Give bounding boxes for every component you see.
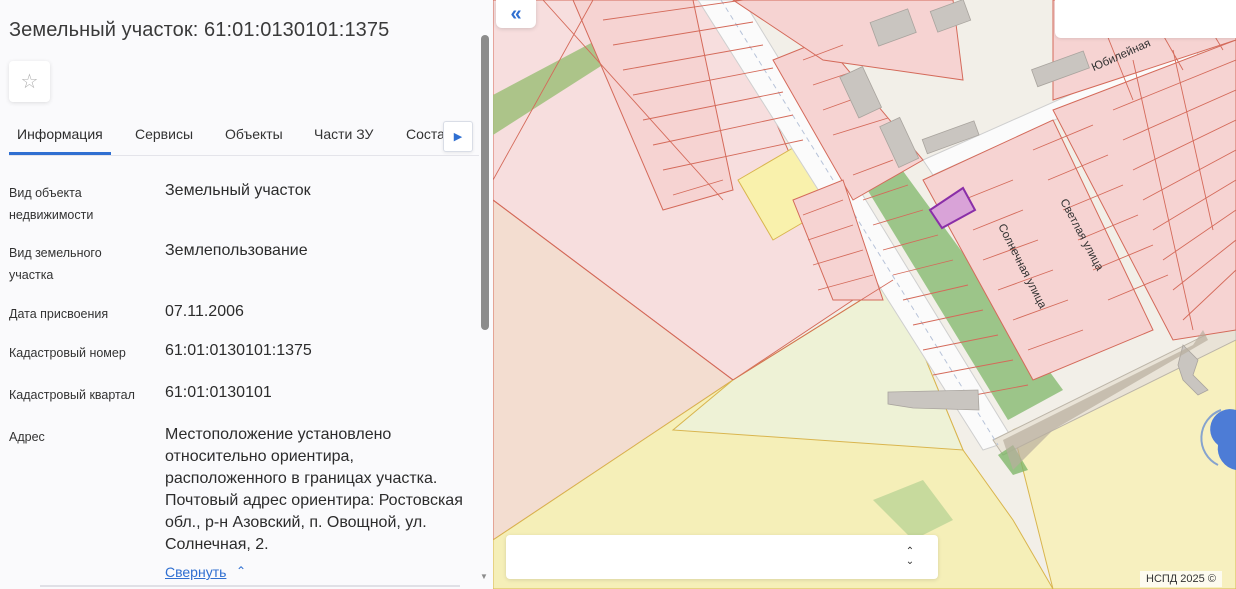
prop-value-address: Местоположение установлено относительно … (165, 426, 463, 553)
bottom-bar-toggle[interactable]: ⌃ ⌄ (898, 540, 922, 574)
tab-objects[interactable]: Объекты (225, 126, 283, 142)
updown-chevron-icon: ⌃ ⌄ (905, 546, 915, 567)
map-search-box[interactable] (1055, 0, 1236, 38)
tab-information[interactable]: Информация (17, 126, 103, 142)
app-root: Земельный участок: 61:01:0130101:1375 ☆ … (0, 0, 1236, 589)
map-bottom-bar[interactable] (506, 535, 938, 579)
collapse-panel-button[interactable]: « (496, 0, 536, 28)
chevron-up-icon[interactable]: ⌃ (236, 564, 246, 578)
prop-value-cadastral-number: 61:01:0130101:1375 (165, 342, 312, 359)
prop-label-cadastral-quarter: Кадастровый квартал (9, 388, 135, 402)
caret-right-icon: ▶ (453, 131, 463, 143)
prop-label-cadastral-number: Кадастровый номер (9, 346, 126, 360)
tab-parts[interactable]: Части ЗУ (314, 126, 373, 142)
cadastral-map[interactable]: Юбилейная Светлая улица Солнечная улица (493, 0, 1236, 589)
info-panel: Земельный участок: 61:01:0130101:1375 ☆ … (0, 0, 493, 589)
double-chevron-left-icon: « (510, 2, 522, 25)
prop-label-address: Адрес (9, 430, 45, 444)
tab-services[interactable]: Сервисы (135, 126, 193, 142)
prop-label-assign-date: Дата присвоения (9, 307, 109, 321)
map-canvas (493, 0, 1236, 589)
star-outline-icon: ☆ (20, 71, 39, 93)
prop-value-assign-date: 07.11.2006 (165, 303, 244, 320)
prop-value-object-type: Земельный участок (165, 182, 311, 199)
favorite-button[interactable]: ☆ (9, 61, 50, 102)
prop-value-cadastral-quarter: 61:01:0130101 (165, 384, 272, 401)
collapse-link[interactable]: Свернуть (165, 564, 226, 580)
panel-bottom-divider (40, 585, 460, 587)
active-tab-indicator (9, 152, 111, 155)
prop-label-parcel-type: Вид земельного участка (9, 246, 102, 282)
scroll-down-arrow-icon[interactable]: ▼ (480, 572, 488, 581)
tabs-scroll-right-button[interactable]: ▶ (443, 121, 473, 152)
prop-label-object-type: Вид объекта недвижимости (9, 186, 94, 222)
panel-scrollbar[interactable] (481, 35, 489, 330)
prop-value-parcel-type: Землепользование (165, 242, 308, 259)
tab-composition[interactable]: Соста (406, 126, 445, 142)
tab-bar: Информация Сервисы Объекты Части ЗУ Сост… (9, 112, 479, 156)
map-attribution: НСПД 2025 © (1140, 571, 1222, 587)
page-title: Земельный участок: 61:01:0130101:1375 (9, 19, 390, 41)
